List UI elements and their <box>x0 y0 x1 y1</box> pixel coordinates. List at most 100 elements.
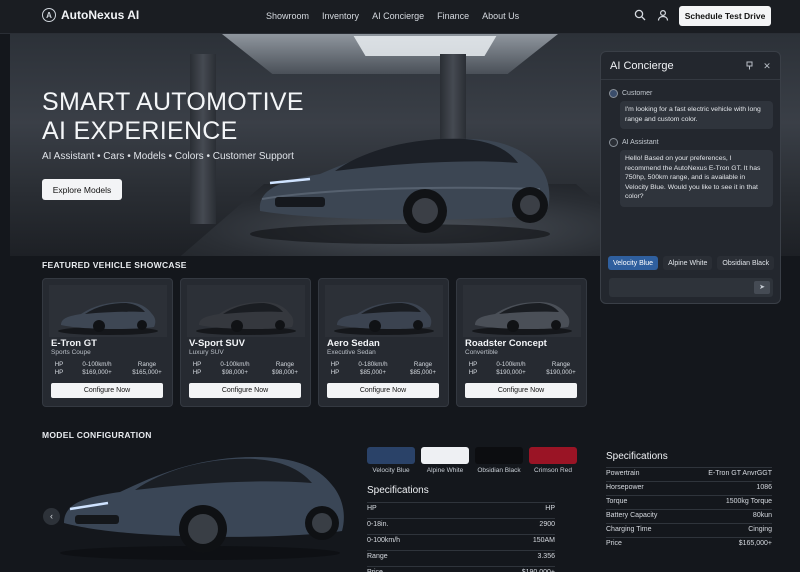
spec-value: $190,000+ <box>546 369 576 376</box>
spec-value: $165,000+ <box>738 540 772 547</box>
spec-value: $190,000+ <box>496 369 526 376</box>
swatch-label: Obsidian Black <box>477 467 521 474</box>
spec-header: HP <box>54 361 64 368</box>
spec-value: 150AM <box>532 537 555 544</box>
spec-value-row: HP $190,000+ $190,000+ <box>465 369 581 376</box>
chip-velocity-blue[interactable]: Velocity Blue <box>608 256 659 270</box>
divider <box>601 79 780 80</box>
spec-value: HP <box>330 369 340 376</box>
schedule-test-drive-button[interactable]: Schedule Test Drive <box>679 6 771 26</box>
spec-value: $98,000+ <box>272 369 298 376</box>
page: A AutoNexus AI Showroom Inventory AI Con… <box>0 0 800 572</box>
spec-row: Horsepower 1086 <box>606 484 772 494</box>
vehicle-card[interactable]: V-Sport SUV Luxury SUV HP 0-100km/h Rang… <box>180 278 311 407</box>
spec-header-row: HP 0-100km/h Range <box>189 361 305 368</box>
swatch-crimson-red[interactable] <box>529 447 577 464</box>
ai-concierge-panel: AI Concierge ✕ Customer I'm looking for … <box>600 51 781 304</box>
chip-obsidian-black[interactable]: Obsidian Black <box>717 256 775 270</box>
spec-divider <box>367 566 555 567</box>
hero-title-line2: AI EXPERIENCE <box>42 117 238 145</box>
spec-header: Range <box>275 361 295 368</box>
role-text: AI Assistant <box>622 139 659 146</box>
swatch-velocity-blue[interactable] <box>367 447 415 464</box>
vehicle-image <box>49 285 167 337</box>
spec-row: Battery Capacity 80kun <box>606 512 772 522</box>
spec-value: 3.356 <box>537 553 555 560</box>
spec-value: Cinging <box>748 526 772 533</box>
configure-now-button[interactable]: Configure Now <box>51 383 163 398</box>
configure-now-button[interactable]: Configure Now <box>189 383 301 398</box>
customer-avatar-icon <box>609 89 618 98</box>
spec-value: E-Tron GT AnvrGGT <box>708 470 772 477</box>
assistant-message: Hello! Based on your preferences, I reco… <box>620 150 773 207</box>
vehicle-type: Sports Coupe <box>51 349 91 356</box>
spec-row: Charging Time Cinging <box>606 526 772 536</box>
spec-value: $98,000+ <box>222 369 248 376</box>
spec-value-row: HP $169,000+ $165,000+ <box>51 369 167 376</box>
spec-divider <box>606 523 772 524</box>
spec-value-row: HP $85,000+ $85,000+ <box>327 369 443 376</box>
hero-subtitle: AI Assistant • Cars • Models • Colors • … <box>42 151 294 162</box>
vehicle-card[interactable]: E-Tron GT Sports Coupe HP 0-100km/h Rang… <box>42 278 173 407</box>
vehicle-type: Luxury SUV <box>189 349 224 356</box>
spec-row: Range 3.356 <box>367 553 555 563</box>
explore-models-button[interactable]: Explore Models <box>42 179 122 200</box>
spec-key: 0-18in. <box>367 521 389 528</box>
nav-finance[interactable]: Finance <box>437 11 469 21</box>
vehicle-name: E-Tron GT <box>51 338 97 349</box>
configure-now-button[interactable]: Configure Now <box>327 383 439 398</box>
spec-value-row: HP $98,000+ $98,000+ <box>189 369 305 376</box>
spec-row: 0-100km/h 150AM <box>367 537 555 547</box>
nav-showroom[interactable]: Showroom <box>266 11 309 21</box>
spec-row: Price $165,000+ <box>606 540 772 550</box>
swatch-label: Alpine White <box>426 467 464 474</box>
concierge-message-input[interactable]: ➤ <box>609 278 773 297</box>
spec-divider <box>606 467 772 468</box>
spec-value: $165,000+ <box>132 369 162 376</box>
vehicle-name: Roadster Concept <box>465 338 547 349</box>
swatch-alpine-white[interactable] <box>421 447 469 464</box>
configure-now-button[interactable]: Configure Now <box>465 383 577 398</box>
send-icon[interactable]: ➤ <box>754 281 770 294</box>
spec-divider <box>606 509 772 510</box>
vehicle-name: V-Sport SUV <box>189 338 245 349</box>
nav-inventory[interactable]: Inventory <box>322 11 359 21</box>
spec-key: Torque <box>606 498 628 505</box>
spec-key: HP <box>367 505 377 512</box>
nav-ai-concierge[interactable]: AI Concierge <box>372 11 424 21</box>
chip-alpine-white[interactable]: Alpine White <box>663 256 713 270</box>
spec-value: HP <box>192 369 202 376</box>
user-icon[interactable] <box>656 9 670 23</box>
spec-row: Powertrain E-Tron GT AnvrGGT <box>606 470 772 480</box>
top-nav: A AutoNexus AI Showroom Inventory AI Con… <box>0 0 800 34</box>
spec-divider <box>367 502 555 503</box>
swatch-obsidian-black[interactable] <box>475 447 523 464</box>
spec-row: 0-18in. 2900 <box>367 521 555 531</box>
vehicle-image <box>187 285 305 337</box>
role-text: Customer <box>622 90 653 97</box>
spec-key: Horsepower <box>606 484 644 491</box>
spec-value: $169,000+ <box>82 369 112 376</box>
specs-title: Specifications <box>367 485 429 496</box>
pin-icon[interactable] <box>744 61 754 71</box>
vehicle-type: Executive Sedan <box>327 349 376 356</box>
vehicle-card[interactable]: Aero Sedan Executive Sedan HP 0-180km/h … <box>318 278 449 407</box>
spec-key: Price <box>606 540 622 547</box>
vehicle-card[interactable]: Roadster Concept Convertible HP 0-100km/… <box>456 278 587 407</box>
spec-header: Range <box>551 361 571 368</box>
search-icon[interactable] <box>633 9 647 23</box>
brand-logo[interactable]: A AutoNexus AI <box>42 8 139 22</box>
right-specs-title: Specifications <box>606 451 668 462</box>
swatch-label: Crimson Red <box>534 467 572 474</box>
spec-divider <box>367 534 555 535</box>
configuration-section-title: MODEL CONFIGURATION <box>42 430 152 440</box>
spec-divider <box>367 550 555 551</box>
spec-key: Range <box>367 553 388 560</box>
close-icon[interactable]: ✕ <box>762 61 772 71</box>
spec-row: HP HP <box>367 505 555 515</box>
nav-about-us[interactable]: About Us <box>482 11 519 21</box>
spec-key: 0-100km/h <box>367 537 401 544</box>
previous-arrow-icon[interactable]: ‹ <box>43 508 60 525</box>
ceiling-light <box>353 36 497 56</box>
spec-header: HP <box>330 361 340 368</box>
